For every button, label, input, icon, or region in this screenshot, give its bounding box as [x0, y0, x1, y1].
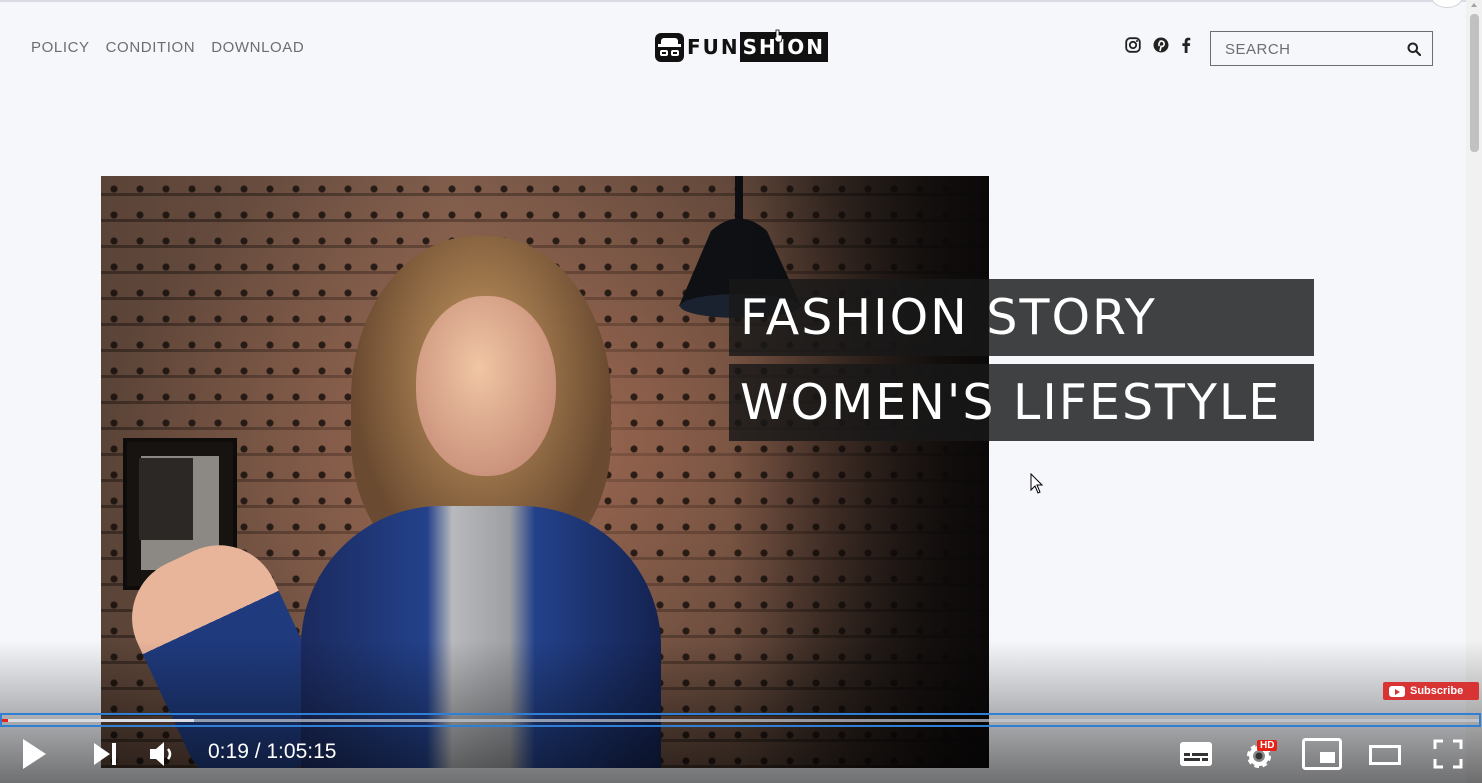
pinterest-icon[interactable] — [1153, 37, 1169, 53]
instagram-icon[interactable] — [1125, 37, 1141, 53]
nav-link-download[interactable]: DOWNLOAD — [211, 39, 304, 56]
progress-played — [2, 719, 8, 722]
theater-mode-icon[interactable] — [1369, 745, 1401, 765]
search-box — [1210, 31, 1433, 66]
play-icon[interactable] — [21, 737, 49, 771]
facebook-icon[interactable] — [1181, 37, 1191, 53]
hero-title-line2: WOMEN'S LIFESTYLE — [729, 364, 1314, 441]
scroll-up-arrow-icon[interactable] — [1471, 3, 1477, 7]
subtitles-icon[interactable] — [1179, 741, 1213, 767]
search-icon[interactable] — [1407, 42, 1422, 61]
time-display: 0:19 / 1:05:15 — [208, 740, 337, 763]
subscribe-label: Subscribe — [1410, 685, 1464, 697]
person-face — [416, 296, 556, 476]
progress-buffered — [2, 719, 194, 722]
youtube-play-icon — [1389, 685, 1405, 697]
miniplayer-icon[interactable] — [1302, 738, 1342, 770]
site-logo[interactable]: FUN SHION — [655, 32, 828, 62]
hd-badge: HD — [1257, 740, 1278, 751]
nav-link-condition[interactable]: CONDITION — [106, 39, 196, 56]
logo-text-fun: FUN — [687, 35, 740, 59]
search-input[interactable] — [1223, 38, 1397, 60]
top-nav: POLICY CONDITION DOWNLOAD — [31, 39, 304, 56]
hero-title-line1: FASHION STORY — [729, 279, 1314, 356]
top-border — [0, 0, 1482, 2]
hand-cursor-icon — [774, 29, 783, 43]
scrollbar-thumb[interactable] — [1470, 14, 1479, 152]
logo-text-shion: SHION — [739, 32, 828, 62]
volume-icon[interactable] — [149, 741, 179, 767]
subscribe-button[interactable]: Subscribe — [1383, 682, 1479, 700]
progress-bar[interactable] — [0, 713, 1481, 727]
mouse-cursor-icon — [1030, 473, 1044, 494]
social-links — [1125, 37, 1191, 53]
spy-hat-logo-icon — [655, 32, 684, 62]
next-video-icon[interactable] — [93, 742, 119, 766]
nav-link-policy[interactable]: POLICY — [31, 39, 90, 56]
fullscreen-icon[interactable] — [1433, 739, 1463, 769]
